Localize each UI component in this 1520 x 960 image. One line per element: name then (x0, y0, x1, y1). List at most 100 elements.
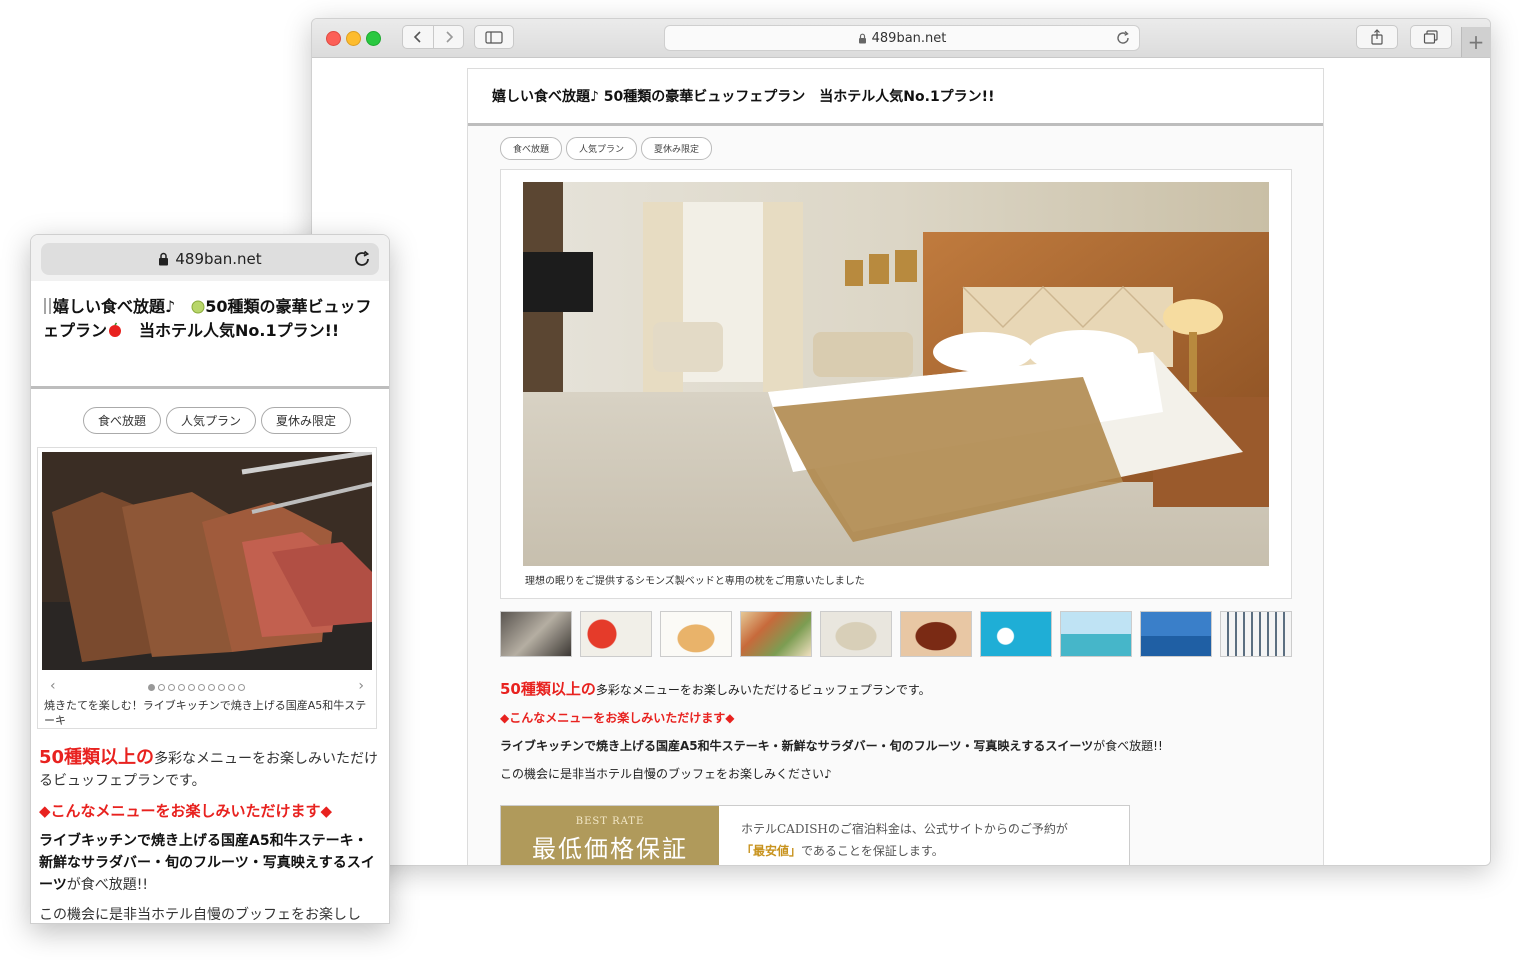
sidebar-toggle-button[interactable] (474, 25, 514, 49)
chevron-right-icon (445, 31, 453, 43)
menu-list-line: ライブキッチンで焼き上げる国産A5和牛ステーキ・新鮮なサラダバー・旬のフルーツ・… (500, 738, 1280, 754)
plus-icon: + (1467, 30, 1485, 54)
slider-dots (148, 684, 245, 691)
thumbnail-strip (500, 611, 1292, 657)
minimize-window-button[interactable] (346, 31, 361, 46)
reload-icon[interactable] (1115, 30, 1131, 46)
mobile-title-part-1: 嬉しい食べ放題♪ (53, 297, 192, 316)
mobile-tag-all-you-can-eat[interactable]: 食べ放題 (83, 407, 162, 434)
chevron-left-icon (413, 31, 421, 43)
cutlery-icon (44, 298, 51, 314)
desktop-url-text: 489ban.net (871, 30, 947, 46)
mobile-tag-summer-limited[interactable]: 夏休み限定 (261, 407, 352, 434)
best-rate-label: BEST RATE (575, 816, 645, 827)
menu-list-suffix: が食べ放題!! (1093, 739, 1163, 753)
closing-line: この機会に是非当ホテル自慢のブッフェをお楽しみください♪ (500, 767, 832, 781)
best-rate-line-2-rest: であることを保証します。 (801, 844, 944, 858)
new-tab-button[interactable]: + (1461, 27, 1490, 57)
menu-list: ライブキッチンで焼き上げる国産A5和牛ステーキ・新鮮なサラダバー・旬のフルーツ・… (500, 739, 1094, 753)
close-window-button[interactable] (326, 31, 341, 46)
show-tabs-button[interactable] (1410, 25, 1452, 49)
desktop-address-bar[interactable]: 489ban.net (664, 25, 1140, 51)
mobile-menu-heading: ◆こんなメニューをお楽しみいただけます◆ (39, 802, 333, 820)
hotel-room-illustration (523, 182, 1269, 566)
intro-rest: 多彩なメニューをお楽しみいただけるビュッフェプランです。 (595, 683, 931, 697)
best-rate-badge: BEST RATE 最低価格保証 (501, 806, 719, 865)
intro-highlight: 50種類以上の (500, 680, 596, 698)
desktop-viewport: 嬉しい食べ放題♪ 50種類の豪華ビュッフェプラン 当ホテル人気No.1プラン!!… (312, 58, 1490, 865)
mobile-photo-steak (42, 452, 372, 670)
thumbnail-dessert[interactable] (660, 611, 732, 657)
forward-button[interactable] (433, 25, 464, 49)
mobile-title-part-3: 当ホテル人気No.1プラン!! (123, 321, 340, 340)
apple-icon (109, 322, 122, 337)
best-rate-line-1: ホテルCADISHのご宿泊料金は、公式サイトからのご予約が (741, 822, 1068, 836)
slider-dot[interactable] (238, 684, 245, 691)
mobile-closing-line: この機会に是非当ホテル自慢のブッフェをお楽しし (39, 907, 361, 923)
lock-icon (159, 252, 169, 266)
cheapest-highlight: 「最安値」 (741, 844, 802, 858)
mobile-tag-popular-plan[interactable]: 人気プラン (166, 407, 257, 434)
tabs-icon (1423, 30, 1438, 44)
mobile-intro-highlight: 50種類以上の (39, 747, 155, 768)
mobile-toolbar: 489ban.net (31, 235, 389, 281)
steak-illustration (42, 452, 372, 670)
mobile-url-text: 489ban.net (175, 250, 262, 268)
best-rate-line-2: 「最安値」であることを保証します。 (741, 840, 1068, 862)
mobile-photo-caption: 焼きたてを楽しむ！ライブキッチンで焼き上げる国産A5和牛ステーキ (44, 699, 367, 727)
slider-prev-button[interactable]: ‹ (50, 678, 56, 694)
zoom-window-button[interactable] (366, 31, 381, 46)
thumbnail-appetizer[interactable] (740, 611, 812, 657)
slider-dot[interactable] (188, 684, 195, 691)
tag-list: 食べ放題 人気プラン 夏休み限定 (500, 137, 713, 160)
share-icon (1371, 29, 1383, 45)
lowest-price-guarantee: 最低価格保証 (532, 835, 688, 863)
thumbnail-beach[interactable] (1060, 611, 1132, 657)
slider-dot[interactable] (158, 684, 165, 691)
plan-description: 50種類以上の多彩なメニューをお楽しみいただけるビュッフェプランです。 ◆こんな… (500, 681, 1280, 794)
thumbnail-terrace[interactable] (1220, 611, 1292, 657)
thumbnail-lobby[interactable] (500, 611, 572, 657)
mobile-image-slider[interactable]: ‹ › 焼きたてを楽しむ！ライブキッチンで焼き上げる国産A5和牛ステーキ (37, 447, 377, 729)
hero-photo-hotel-room (523, 182, 1269, 566)
thumbnail-salad[interactable] (580, 611, 652, 657)
slider-dot[interactable] (218, 684, 225, 691)
best-rate-text: ホテルCADISHのご宿泊料金は、公式サイトからのご予約が 「最安値」であること… (741, 818, 1068, 862)
mobile-address-bar[interactable]: 489ban.net (41, 243, 379, 275)
mobile-plan-description: 50種類以上の多彩なメニューをお楽しみいただけるビュッフェプランです。 ◆こんな… (39, 747, 379, 923)
share-button[interactable] (1356, 25, 1398, 49)
lock-icon (858, 33, 866, 43)
mobile-intro-line: 50種類以上の多彩なメニューをお楽しみいただけるビュッフェプランです。 (39, 747, 379, 792)
slider-dot[interactable] (178, 684, 185, 691)
desktop-toolbar: 489ban.net + (312, 19, 1490, 58)
best-rate-banner[interactable]: BEST RATE 最低価格保証 ホテルCADISHのご宿泊料金は、公式サイトか… (500, 805, 1130, 865)
sidebar-icon (485, 30, 503, 44)
reload-icon[interactable] (353, 250, 371, 268)
tag-all-you-can-eat[interactable]: 食べ放題 (500, 137, 563, 160)
melon-icon (191, 300, 205, 314)
menu-heading: ◆こんなメニューをお楽しみいただけます◆ (500, 711, 735, 725)
slider-dot[interactable] (228, 684, 235, 691)
tag-summer-limited[interactable]: 夏休み限定 (641, 137, 713, 160)
thumbnail-sea[interactable] (1140, 611, 1212, 657)
page-title: 嬉しい食べ放題♪ 50種類の豪華ビュッフェプラン 当ホテル人気No.1プラン!! (468, 69, 1323, 126)
navigation-buttons (402, 25, 464, 49)
hero-caption: 理想の眠りをご提供するシモンズ製ベッドと専用の枕をご用意いたしました (525, 576, 865, 587)
mobile-page-title: 嬉しい食べ放題♪ 50種類の豪華ビュッフェプラン 当ホテル人気No.1プラン!! (31, 281, 389, 389)
slider-dot[interactable] (168, 684, 175, 691)
slider-dot[interactable] (198, 684, 205, 691)
thumbnail-dish[interactable] (820, 611, 892, 657)
mobile-browser: 489ban.net 嬉しい食べ放題♪ 50種類の豪華ビュッフェプラン 当ホテル… (30, 234, 390, 924)
desktop-browser-window: 489ban.net + 嬉しい食べ放題♪ 50種類の豪華ビュッフェプラン 当ホ… (311, 18, 1491, 866)
back-button[interactable] (402, 25, 433, 49)
plan-page: 嬉しい食べ放題♪ 50種類の豪華ビュッフェプラン 当ホテル人気No.1プラン!!… (467, 68, 1324, 865)
tag-popular-plan[interactable]: 人気プラン (566, 137, 638, 160)
thumbnail-stew[interactable] (900, 611, 972, 657)
thumbnail-pool[interactable] (980, 611, 1052, 657)
slider-dot[interactable] (148, 684, 155, 691)
slider-dot[interactable] (208, 684, 215, 691)
slider-next-button[interactable]: › (358, 678, 364, 694)
mobile-menu-list-line: ライブキッチンで焼き上げる国産A5和牛ステーキ・新鮮なサラダバー・旬のフルーツ・… (39, 830, 379, 896)
mobile-menu-list-suffix: が食べ放題!! (66, 877, 148, 893)
hero-image-frame: 理想の眠りをご提供するシモンズ製ベッドと専用の枕をご用意いたしました (500, 169, 1292, 599)
